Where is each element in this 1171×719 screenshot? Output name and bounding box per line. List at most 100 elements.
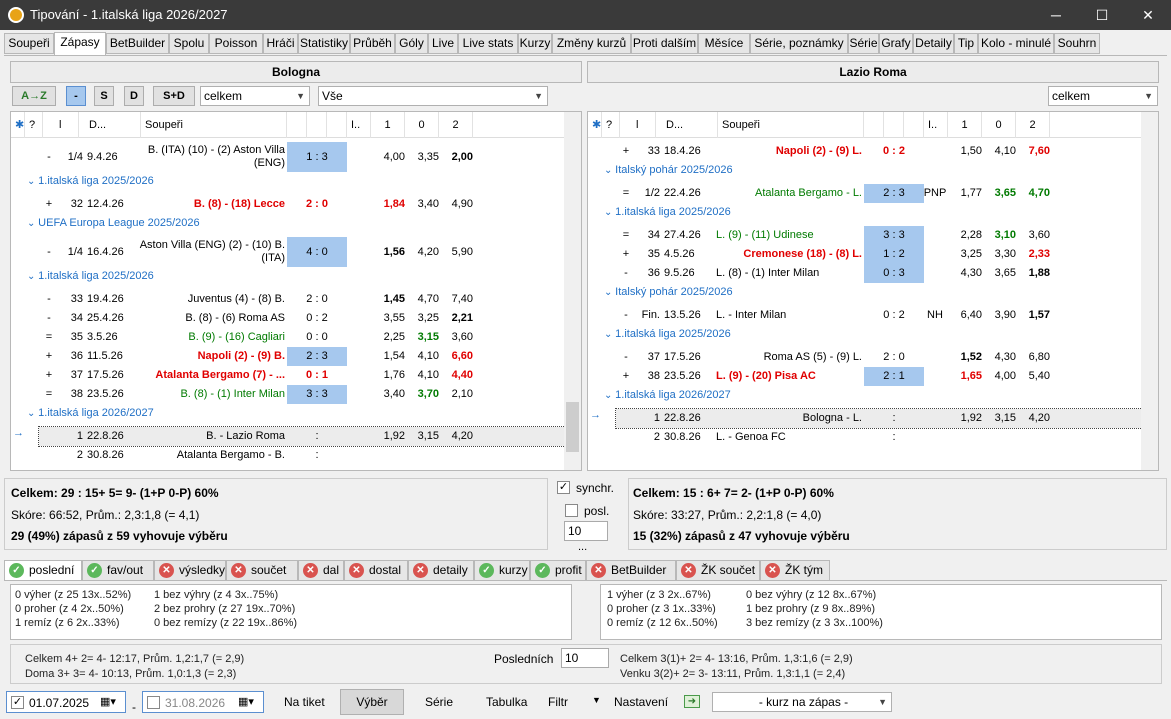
calendar-icon[interactable]: ▦▾ xyxy=(100,695,116,708)
match-row[interactable]: - 1/4 9.4.26 B. (ITA) (10) - (2) Aston Vill… xyxy=(11,142,565,172)
grid-col-i[interactable]: I.. xyxy=(924,112,948,138)
analysis-tab-10[interactable]: ✕ ŽK součet xyxy=(676,560,760,581)
collapse-icon[interactable]: ⌄ xyxy=(604,207,615,218)
grid-col-c1[interactable]: 1 xyxy=(371,112,405,138)
match-row[interactable]: - Fin. 13.5.26 L. - Inter Milan 0 : 2 NH 6,40 3… xyxy=(588,306,1142,325)
analysis-tab-6[interactable]: ✕ detaily xyxy=(408,560,474,581)
group-header[interactable]: ⌄ Italský pohár 2025/2026 xyxy=(588,161,1142,180)
match-row[interactable]: = 34 27.4.26 L. (9) - (11) Udinese 3 : 3 2,28… xyxy=(588,226,1142,245)
filter-minus-button[interactable]: - xyxy=(66,86,86,106)
match-row[interactable]: +36 11.5.26 Napoli (2) - (9) B. 2 : 3 1,54 4,… xyxy=(11,347,565,366)
collapse-icon[interactable]: ⌄ xyxy=(27,408,38,419)
kurz-select[interactable]: - kurz na zápas - ▼ xyxy=(712,692,892,712)
grid-col-c1[interactable]: 1 xyxy=(948,112,982,138)
match-row[interactable]: = 35 3.5.26 B. (9) - (16) Cagliari 0 : 0 2,25… xyxy=(11,328,565,347)
tab-20[interactable]: Kolo - minulé xyxy=(978,33,1054,54)
grid-scrollbar[interactable] xyxy=(1141,112,1158,470)
analysis-tab-5[interactable]: ✕ dostal xyxy=(344,560,408,581)
collapse-icon[interactable]: ⌄ xyxy=(604,165,615,176)
tab-6[interactable]: Statistiky xyxy=(298,33,350,54)
grid-col-soup[interactable]: Soupeři xyxy=(141,112,287,138)
grid-col-x1[interactable] xyxy=(864,112,884,138)
grid-col-q[interactable]: ? xyxy=(25,112,43,138)
tab-18[interactable]: Detaily xyxy=(913,33,954,54)
group-header[interactable]: ⌄ 1.italská liga 2025/2026 xyxy=(588,203,1142,222)
tab-9[interactable]: Live xyxy=(428,33,458,54)
match-row[interactable]: - 36 9.5.26 L. (8) - (1) Inter Milan 0 : 3 4,… xyxy=(588,264,1142,283)
date-from-picker[interactable]: ✓ 01.07.2025 ▦▾ xyxy=(6,691,126,713)
grid-col-d[interactable]: D... xyxy=(662,112,718,138)
match-row[interactable]: 2 30.8.26 Atalanta Bergamo - B.: xyxy=(11,446,565,465)
tab-2[interactable]: BetBuilder xyxy=(106,33,169,54)
date-to-picker[interactable]: 31.08.2026 ▦▾ xyxy=(142,691,264,713)
filter-d-button[interactable]: D xyxy=(124,86,144,106)
collapse-icon[interactable]: ⌄ xyxy=(604,287,615,298)
analysis-tab-9[interactable]: ✕ BetBuilder xyxy=(586,560,676,581)
maximize-button[interactable]: ☐ xyxy=(1079,0,1125,30)
tab-11[interactable]: Kurzy xyxy=(518,33,552,54)
tab-19[interactable]: Tip xyxy=(954,33,978,54)
grid-col-x3[interactable] xyxy=(327,112,347,138)
filter-sd-button[interactable]: S+D xyxy=(153,86,195,106)
tab-3[interactable]: Spolu xyxy=(169,33,209,54)
collapse-icon[interactable]: ⌄ xyxy=(27,271,38,282)
group-header[interactable]: ⌄ UEFA Europa League 2025/2026 xyxy=(11,214,565,233)
tab-1[interactable]: Zápasy xyxy=(54,32,106,55)
tab-17[interactable]: Grafy xyxy=(879,33,913,54)
vyber-button[interactable]: Výběr xyxy=(340,689,404,715)
collapse-icon[interactable]: ⌄ xyxy=(27,176,38,187)
match-row[interactable]: +35 4.5.26 Cremonese (18) - (8) L. 1 : 2 3,2… xyxy=(588,245,1142,264)
posl-count-input[interactable]: 10 xyxy=(564,521,608,541)
match-row[interactable]: +38 23.5.26 L. (9) - (20) Pisa AC 2 : 1 1,65… xyxy=(588,367,1142,386)
match-row[interactable]: 1 22.8.26 B. - Lazio Roma: 1,92 3,15 4,20 xyxy=(38,426,566,447)
group-header[interactable]: ⌄ 1.italská liga 2025/2026 xyxy=(588,325,1142,344)
grid-col-x3[interactable] xyxy=(904,112,924,138)
match-row[interactable]: - 1/4 16.4.26 Aston Villa (ENG) (2) - (10) … xyxy=(11,237,565,267)
export-icon[interactable]: ➜ xyxy=(684,695,700,708)
match-row[interactable]: - 37 17.5.26 Roma AS (5) - (9) L. 2 : 0 1,52 4… xyxy=(588,348,1142,367)
chevron-down-icon[interactable]: ▼ xyxy=(592,695,601,705)
tab-15[interactable]: Série, poznámky xyxy=(750,33,848,54)
more-dots[interactable]: ... xyxy=(578,541,587,553)
group-header[interactable]: ⌄ 1.italská liga 2025/2026 xyxy=(11,267,565,286)
grid-scrollbar[interactable] xyxy=(564,112,581,470)
filter-s-button[interactable]: S xyxy=(94,86,114,106)
tab-16[interactable]: Série xyxy=(848,33,879,54)
group-header[interactable]: ⌄ 1.italská liga 2026/2027 xyxy=(588,386,1142,405)
grid-col-soup[interactable]: Soupeři xyxy=(718,112,864,138)
analysis-tab-2[interactable]: ✕ výsledky xyxy=(154,560,226,581)
grid-col-q[interactable]: ? xyxy=(602,112,620,138)
match-row[interactable]: +37 17.5.26 Atalanta Bergamo (7) - ... 0 : … xyxy=(11,366,565,385)
match-row[interactable]: +32 12.4.26 B. (8) - (18) Lecce 2 : 0 1,84 3,… xyxy=(11,195,565,214)
scroll-thumb[interactable] xyxy=(566,402,579,452)
tab-7[interactable]: Průběh xyxy=(350,33,395,54)
grid-col-x1[interactable] xyxy=(287,112,307,138)
left-scope-select[interactable]: celkem ▼ xyxy=(200,86,310,106)
close-button[interactable]: ✕ xyxy=(1125,0,1171,30)
match-row[interactable]: 1 22.8.26 Bologna - L.: 1,92 3,15 4,20 xyxy=(615,408,1143,429)
grid-col-c2[interactable]: 2 xyxy=(1016,112,1050,138)
tab-4[interactable]: Poisson xyxy=(209,33,263,54)
serie-button[interactable]: Série xyxy=(425,695,453,709)
posl-checkbox[interactable] xyxy=(565,504,578,517)
calendar-icon[interactable]: ▦▾ xyxy=(238,695,254,708)
analysis-tab-4[interactable]: ✕ dal xyxy=(298,560,344,581)
grid-col-d[interactable]: D... xyxy=(85,112,141,138)
match-row[interactable]: +33 18.4.26 Napoli (2) - (9) L. 0 : 2 1,50 4,… xyxy=(588,142,1142,161)
tab-21[interactable]: Souhrn xyxy=(1054,33,1100,54)
filtr-button[interactable]: Filtr xyxy=(548,695,568,709)
collapse-icon[interactable]: ⌄ xyxy=(604,390,615,401)
grid-col-x2[interactable] xyxy=(884,112,904,138)
grid-col-l[interactable]: l xyxy=(55,112,79,138)
group-header[interactable]: ⌄ Italský pohár 2025/2026 xyxy=(588,283,1142,302)
grid-settings-icon[interactable]: ✱ xyxy=(588,112,602,138)
grid-col-x2[interactable] xyxy=(307,112,327,138)
tab-14[interactable]: Měsíce xyxy=(698,33,750,54)
right-scope-select[interactable]: celkem ▼ xyxy=(1048,86,1158,106)
analysis-tab-1[interactable]: ✓ fav/out xyxy=(82,560,154,581)
tab-13[interactable]: Proti dalším xyxy=(631,33,698,54)
analysis-tab-3[interactable]: ✕ součet xyxy=(226,560,298,581)
match-row[interactable]: - 34 25.4.26 B. (8) - (6) Roma AS 0 : 2 3,55 3… xyxy=(11,309,565,328)
collapse-icon[interactable]: ⌄ xyxy=(604,329,615,340)
nastaveni-button[interactable]: Nastavení xyxy=(614,695,668,709)
